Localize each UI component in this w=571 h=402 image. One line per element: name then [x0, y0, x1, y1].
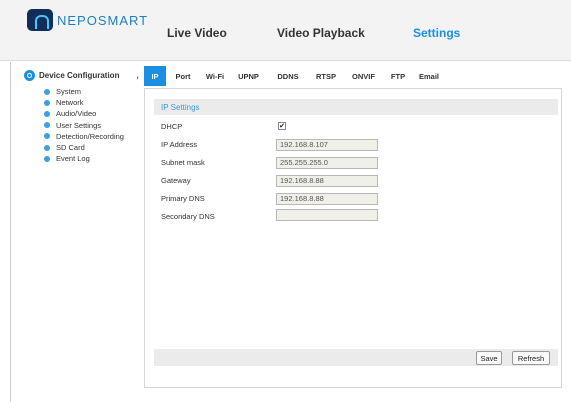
- ip-address-field[interactable]: 192.168.8.107: [276, 139, 378, 151]
- subnet-mask-label: Subnet mask: [161, 158, 205, 167]
- bullet-icon: [44, 88, 50, 95]
- tab-ftp[interactable]: FTP: [384, 66, 412, 86]
- brand-name: NEPOSMART: [57, 12, 149, 28]
- sidebar-item-label: System: [56, 87, 82, 97]
- tab-email[interactable]: Email: [412, 66, 446, 86]
- gateway-field[interactable]: 192.168.8.88: [276, 175, 378, 187]
- bullet-icon: [44, 144, 50, 151]
- sidebar-item-label: SD Card: [56, 143, 85, 153]
- sidebar-title: Device Configuration: [39, 71, 120, 80]
- tab-upnp[interactable]: UPNP: [230, 66, 267, 86]
- dhcp-checkbox[interactable]: ✔: [278, 122, 286, 130]
- logo-icon: [27, 9, 53, 31]
- tab-wifi[interactable]: Wi-Fi: [200, 66, 230, 86]
- sidebar-item-detection-recording[interactable]: Detection/Recording: [44, 131, 124, 142]
- sidebar-item-label: Network: [56, 98, 84, 108]
- primary-dns-label: Primary DNS: [161, 194, 205, 203]
- secondary-dns-field[interactable]: [276, 209, 378, 221]
- primary-dns-field[interactable]: 192.168.8.88: [276, 193, 378, 205]
- sidebar-item-event-log[interactable]: Event Log: [44, 153, 124, 164]
- settings-tabs: IP Port Wi-Fi UPNP DDNS RTSP ONVIF FTP E…: [144, 66, 446, 86]
- sidebar-item-sd-card[interactable]: SD Card: [44, 142, 124, 153]
- bullet-icon: [44, 155, 50, 162]
- sidebar-item-label: User Settings: [56, 120, 102, 130]
- gear-icon: [24, 70, 35, 81]
- tab-onvif[interactable]: ONVIF: [343, 66, 384, 86]
- sidebar-menu: System Network Audio/Video User Settings…: [44, 86, 124, 164]
- settings-panel: [144, 88, 562, 388]
- sidebar-item-label: Detection/Recording: [56, 131, 124, 141]
- tab-ip[interactable]: IP: [144, 66, 166, 86]
- sidebar-item-label: Audio/Video: [56, 109, 97, 119]
- collapse-arrow-icon: ,: [136, 71, 139, 80]
- sidebar-item-label: Event Log: [56, 154, 90, 164]
- nav-live-video[interactable]: Live Video: [167, 26, 227, 40]
- nav-video-playback[interactable]: Video Playback: [277, 26, 365, 40]
- ip-address-label: IP Address: [161, 140, 198, 149]
- dhcp-label: DHCP: [161, 122, 183, 131]
- tab-ddns[interactable]: DDNS: [267, 66, 309, 86]
- sidebar-divider: [10, 62, 11, 402]
- sidebar-item-audio-video[interactable]: Audio/Video: [44, 108, 124, 119]
- sidebar-item-user-settings[interactable]: User Settings: [44, 120, 124, 131]
- bullet-icon: [44, 99, 50, 106]
- refresh-button[interactable]: Refresh: [512, 351, 550, 365]
- sidebar-device-configuration[interactable]: Device Configuration ,: [24, 70, 139, 81]
- top-header: NEPOSMART Live Video Video Playback Sett…: [0, 0, 571, 61]
- tab-port[interactable]: Port: [166, 66, 200, 86]
- save-button[interactable]: Save: [476, 351, 502, 365]
- bullet-icon: [44, 110, 50, 117]
- gateway-label: Gateway: [161, 176, 191, 185]
- sidebar-item-system[interactable]: System: [44, 86, 124, 97]
- sidebar-item-network[interactable]: Network: [44, 97, 124, 108]
- tab-rtsp[interactable]: RTSP: [309, 66, 343, 86]
- bullet-icon: [44, 122, 50, 129]
- brand-logo[interactable]: NEPOSMART: [27, 9, 148, 31]
- section-header-ip-settings: IP Settings: [154, 99, 558, 115]
- subnet-mask-field[interactable]: 255.255.255.0: [276, 157, 378, 169]
- secondary-dns-label: Secondary DNS: [161, 212, 215, 221]
- nav-settings[interactable]: Settings: [413, 26, 460, 40]
- bullet-icon: [44, 133, 50, 140]
